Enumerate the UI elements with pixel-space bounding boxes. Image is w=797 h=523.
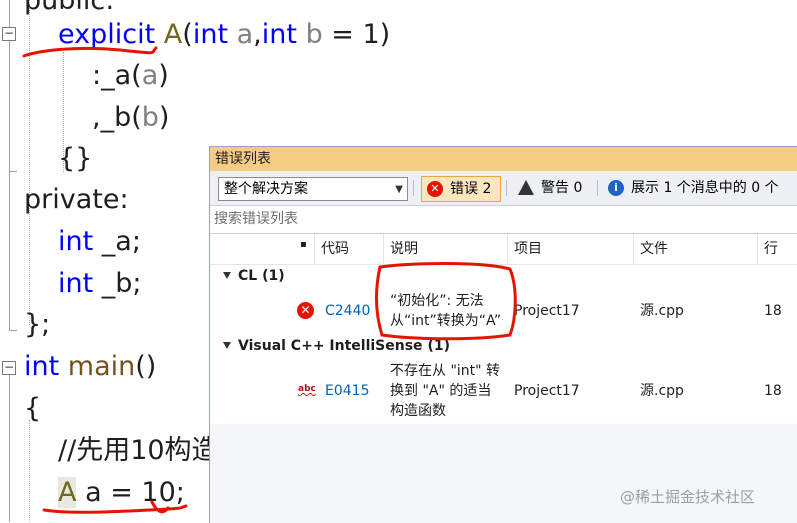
parameter: b [305, 19, 323, 50]
error-code-link[interactable]: E0415 [325, 382, 369, 401]
comma: , [253, 19, 262, 50]
error-icon: ✕ [427, 181, 443, 197]
constructor-body: {} [58, 143, 93, 174]
column-header-code[interactable]: 代码 [314, 234, 383, 264]
class-name: A [163, 19, 183, 50]
error-description-line: 换到 "A" 的适当 [390, 383, 492, 399]
column-header-icon[interactable]: ▪ [288, 234, 314, 264]
initializer: :_a(a) [92, 57, 169, 95]
paren: ( [182, 19, 193, 50]
panel-title: 错误列表 [215, 151, 271, 167]
warnings-count: 警告 0 [541, 180, 583, 196]
column-header-description[interactable]: 说明 [383, 234, 507, 264]
init-member: :_a( [92, 60, 142, 91]
error-line: 18 [764, 383, 782, 399]
error-code-link[interactable]: C2440 [325, 302, 370, 321]
access-specifier: private: [24, 184, 129, 215]
assignment: a = 10; [76, 477, 185, 508]
code-line: explicit A(int a,int b = 1) [0, 16, 797, 56]
table-row[interactable]: abc E0415 不存在从 "int" 转 换到 "A" 的适当 构造函数 P… [210, 360, 797, 424]
toolbar-separator [413, 180, 414, 196]
member-declaration: int _b; [58, 265, 142, 303]
parameter: b [141, 102, 159, 133]
error-project: Project17 [514, 303, 580, 319]
paren: ) [158, 60, 169, 91]
scope-dropdown[interactable]: 整个解决方案 ▼ [218, 177, 408, 201]
toolbar-separator [597, 180, 598, 196]
error-file: 源.cpp [640, 383, 684, 399]
class-end: }; [24, 309, 51, 340]
error-description-line: 构造函数 [390, 403, 446, 419]
member-name: _b; [93, 268, 142, 299]
main-declaration: int main() [24, 348, 156, 386]
group-name: CL [238, 268, 258, 284]
code-line: ,_b(b) [0, 99, 797, 139]
keyword: int [261, 19, 297, 50]
member-declaration: int _a; [58, 223, 141, 261]
table-row[interactable]: ✕ C2440 “初始化”: 无法 从“int”转换为“A” Project17… [210, 289, 797, 335]
error-file: 源.cpp [640, 303, 684, 319]
watermark: @稀土掘金技术社区 [620, 488, 756, 506]
error-description-line: 不存在从 "int" 转 [390, 363, 501, 379]
column-headers: ▪ 代码 说明 项目 文件 行 [210, 234, 797, 265]
errors-filter-button[interactable]: ✕ 错误 2 [421, 176, 501, 202]
group-title: Visual C++ IntelliSense (1) [238, 335, 450, 357]
initializer: ,_b(b) [92, 99, 169, 137]
paren: ) [158, 102, 170, 133]
keyword: int [192, 19, 229, 50]
panel-title-bar[interactable]: 错误列表 [210, 147, 797, 171]
search-input[interactable] [214, 209, 784, 229]
chevron-down-icon: ▼ [395, 184, 403, 195]
error-project: Project17 [514, 383, 580, 399]
scope-value: 整个解决方案 [224, 181, 308, 197]
object-declaration: A a = 10; [58, 474, 185, 512]
column-header-file[interactable]: 文件 [633, 234, 757, 264]
group-count: (1) [262, 268, 285, 284]
errors-count: 错误 2 [450, 181, 492, 197]
error-line: 18 [764, 303, 782, 319]
abc-icon: abc [298, 384, 316, 394]
collapse-triangle-icon[interactable] [223, 272, 231, 279]
function-name: main [67, 351, 136, 382]
keyword: int [58, 226, 94, 257]
keyword: explicit [58, 19, 156, 50]
toolbar-separator [506, 180, 507, 196]
messages-filter-button[interactable]: i 展示 1 个消息中的 0 个 [603, 176, 795, 200]
search-bar [210, 206, 797, 234]
column-header-project[interactable]: 项目 [507, 234, 633, 264]
keyword: int [24, 351, 60, 382]
comment: //先用10构造 [58, 435, 219, 466]
parameter: a [236, 19, 254, 50]
default-value: = 1) [322, 19, 391, 50]
group-header-intellisense[interactable]: Visual C++ IntelliSense (1) [210, 335, 797, 357]
group-header-cl[interactable]: CL (1) [210, 265, 797, 287]
error-list-panel[interactable]: 错误列表 整个解决方案 ▼ ✕ 错误 2 警告 0 i 展示 1 个消息中的 0… [209, 146, 797, 523]
error-icon: ✕ [297, 302, 314, 319]
group-name: Visual C++ IntelliSense [238, 338, 423, 354]
main-body-open: { [24, 393, 42, 424]
keyword: int [58, 268, 94, 299]
code-line: :_a(a) [0, 57, 797, 97]
info-icon: i [608, 180, 624, 196]
warnings-filter-button[interactable]: 警告 0 [513, 176, 591, 200]
member-name: _a; [93, 226, 141, 257]
sort-marker-icon: ▪ [300, 239, 307, 250]
warning-icon [518, 180, 534, 195]
error-description-line: “初始化”: 无法 [390, 293, 484, 309]
group-title: CL (1) [238, 265, 285, 287]
messages-count: 展示 1 个消息中的 0 个 [631, 180, 779, 196]
parameter: a [141, 60, 159, 91]
empty-list-area [210, 424, 797, 523]
constructor-declaration: explicit A(int a,int b = 1) [58, 16, 390, 54]
error-description-line: 从“int”转换为“A” [390, 313, 502, 329]
init-member: ,_b( [92, 102, 142, 133]
class-name: A [58, 477, 77, 508]
error-list-toolbar: 整个解决方案 ▼ ✕ 错误 2 警告 0 i 展示 1 个消息中的 0 个 [210, 171, 797, 206]
group-count: (1) [427, 338, 450, 354]
collapse-triangle-icon[interactable] [223, 342, 231, 349]
paren: () [135, 351, 157, 382]
column-header-line[interactable]: 行 [757, 234, 797, 264]
